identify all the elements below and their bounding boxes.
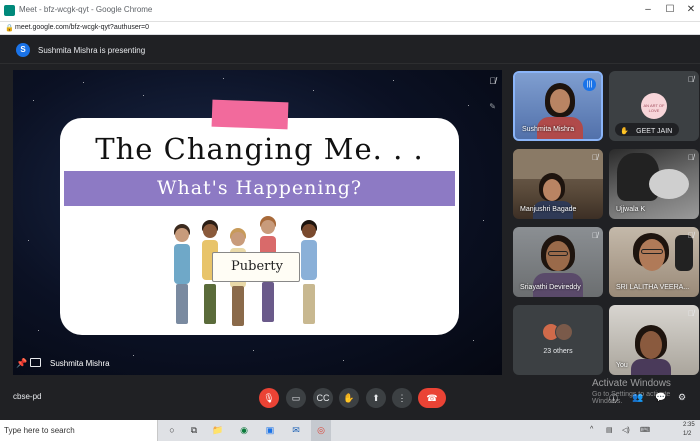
leave-call-button[interactable]: ☎ bbox=[418, 388, 446, 408]
meeting-code: cbse-pd bbox=[13, 392, 42, 401]
address-bar[interactable]: 🔒 meet.google.com/bfz-wcgk-qyt?authuser=… bbox=[0, 22, 700, 35]
captions-button[interactable]: CC bbox=[313, 388, 333, 408]
hand-icon: ✋ bbox=[620, 128, 629, 136]
stage-footer: 📌 Sushmita Mishra bbox=[13, 353, 502, 375]
participant-tile[interactable]: ||| Sushmita Mishra bbox=[513, 71, 603, 141]
puberty-banner: Puberty bbox=[212, 252, 300, 282]
self-tile[interactable]: 🎙̸ You bbox=[609, 305, 699, 375]
activate-windows-hint: Go to Settings to activate Windows. bbox=[592, 391, 671, 405]
mic-off-icon: 🎙̸ bbox=[688, 75, 694, 84]
presenter-avatar: S bbox=[16, 43, 30, 57]
task-view-icon[interactable]: ⧉ bbox=[187, 424, 201, 437]
close-icon[interactable]: ✕ bbox=[683, 3, 699, 17]
keyboard-icon[interactable]: ⌨ bbox=[640, 426, 650, 434]
presenting-text: Sushmita Mishra is presenting bbox=[38, 46, 146, 55]
mic-off-icon: 🎙̸ bbox=[688, 153, 694, 162]
participant-name: GEET JAIN bbox=[636, 128, 673, 136]
presenter-name: Sushmita Mishra bbox=[50, 359, 110, 368]
volume-icon[interactable]: ◁) bbox=[622, 426, 630, 434]
activate-windows-watermark: Activate Windows bbox=[592, 378, 671, 389]
slide-card: The Changing Me. . . What's Happening? P… bbox=[60, 99, 459, 335]
avatar bbox=[555, 323, 573, 341]
presentation-stage[interactable]: 🎙̸ ✎ The Changing Me. . . What's Happeni… bbox=[13, 70, 502, 375]
participant-tile[interactable]: 🎙̸ AN ART OF LOVE ✋ GEET JAIN bbox=[609, 71, 699, 141]
participant-name: SRI LALITHA VEERA... bbox=[616, 284, 690, 291]
taskbar-search-placeholder: Type here to search bbox=[4, 426, 75, 435]
pen-icon[interactable]: ✎ bbox=[489, 102, 496, 111]
participant-tile[interactable]: 🎙̸ Sriayathi Devireddy bbox=[513, 227, 603, 297]
presenting-bar: S Sushmita Mishra is presenting bbox=[0, 38, 700, 64]
speaking-indicator-icon: ||| bbox=[583, 78, 596, 91]
lock-icon: 🔒 bbox=[5, 25, 14, 32]
participant-tile[interactable]: 🎙̸ Manjushri Bagade bbox=[513, 149, 603, 219]
maximize-icon[interactable]: ☐ bbox=[662, 3, 678, 17]
taskbar-time[interactable]: 2:35 bbox=[683, 422, 695, 428]
tape-decoration bbox=[211, 99, 289, 130]
taskbar-search[interactable]: Type here to search bbox=[0, 420, 158, 441]
file-explorer-icon[interactable]: 📁 bbox=[211, 424, 225, 437]
window-title: Meet - bfz-wcgk-qyt - Google Chrome bbox=[19, 5, 153, 14]
cortana-icon[interactable]: ○ bbox=[165, 424, 179, 437]
more-options-button[interactable]: ⋮ bbox=[392, 388, 412, 408]
slide-subtitle: What's Happening? bbox=[156, 177, 363, 199]
mail-icon[interactable]: ✉ bbox=[289, 424, 303, 437]
network-icon[interactable]: ▤ bbox=[606, 426, 613, 434]
participant-name: Sriayathi Devireddy bbox=[520, 284, 581, 291]
tray-up-icon[interactable]: ^ bbox=[590, 426, 593, 433]
present-now-button[interactable]: ⬆ bbox=[366, 388, 386, 408]
participant-name: You bbox=[616, 362, 628, 369]
participant-name: Sushmita Mishra bbox=[522, 126, 575, 133]
slide-subtitle-band: What's Happening? bbox=[64, 171, 455, 206]
chrome-icon[interactable]: ◎ bbox=[314, 424, 328, 437]
minimize-icon[interactable]: – bbox=[640, 3, 656, 17]
participant-name-pill: ✋ GEET JAIN bbox=[615, 123, 680, 136]
slide-title: The Changing Me. . . bbox=[95, 132, 424, 166]
browser-titlebar: Meet - bfz-wcgk-qyt - Google Chrome – ☐ … bbox=[0, 0, 700, 22]
participant-tile[interactable]: 🎙̸ SRI LALITHA VEERA... bbox=[609, 227, 699, 297]
raise-hand-button[interactable]: ✋ bbox=[339, 388, 359, 408]
others-count: 23 others bbox=[543, 348, 573, 355]
mic-toggle-button[interactable]: 🎙 bbox=[259, 388, 279, 408]
meet-favicon-icon bbox=[4, 5, 15, 16]
camera-toggle-button[interactable]: ▭ bbox=[286, 388, 306, 408]
mic-off-icon: 🎙̸ bbox=[592, 231, 598, 240]
mic-off-icon: 🎙̸ bbox=[489, 76, 496, 86]
participant-name: Manjushri Bagade bbox=[520, 206, 577, 213]
mic-off-icon: 🎙̸ bbox=[688, 231, 694, 240]
banner-text: Puberty bbox=[231, 259, 283, 274]
puberty-illustration: Puberty bbox=[168, 214, 344, 328]
others-tile[interactable]: 23 others bbox=[513, 305, 603, 375]
mic-off-icon: 🎙̸ bbox=[592, 153, 598, 162]
store-icon[interactable]: ▣ bbox=[263, 424, 277, 437]
url-text[interactable]: meet.google.com/bfz-wcgk-qyt?authuser=0 bbox=[15, 24, 149, 31]
participant-logo-avatar: AN ART OF LOVE bbox=[641, 93, 667, 119]
edge-icon[interactable]: ◉ bbox=[237, 424, 251, 437]
taskbar-date[interactable]: 1/2 bbox=[683, 431, 691, 437]
mic-off-icon: 🎙̸ bbox=[688, 309, 694, 318]
windows-taskbar: Type here to search ○ ⧉ 📁 ◉ ▣ ✉ ◎ ^ ▤ ◁)… bbox=[0, 420, 700, 441]
participant-name: Ujjwala K bbox=[616, 206, 646, 213]
participant-tile[interactable]: 🎙̸ Ujjwala K bbox=[609, 149, 699, 219]
presentation-icon bbox=[30, 358, 41, 367]
pin-icon[interactable]: 📌 bbox=[16, 358, 27, 369]
